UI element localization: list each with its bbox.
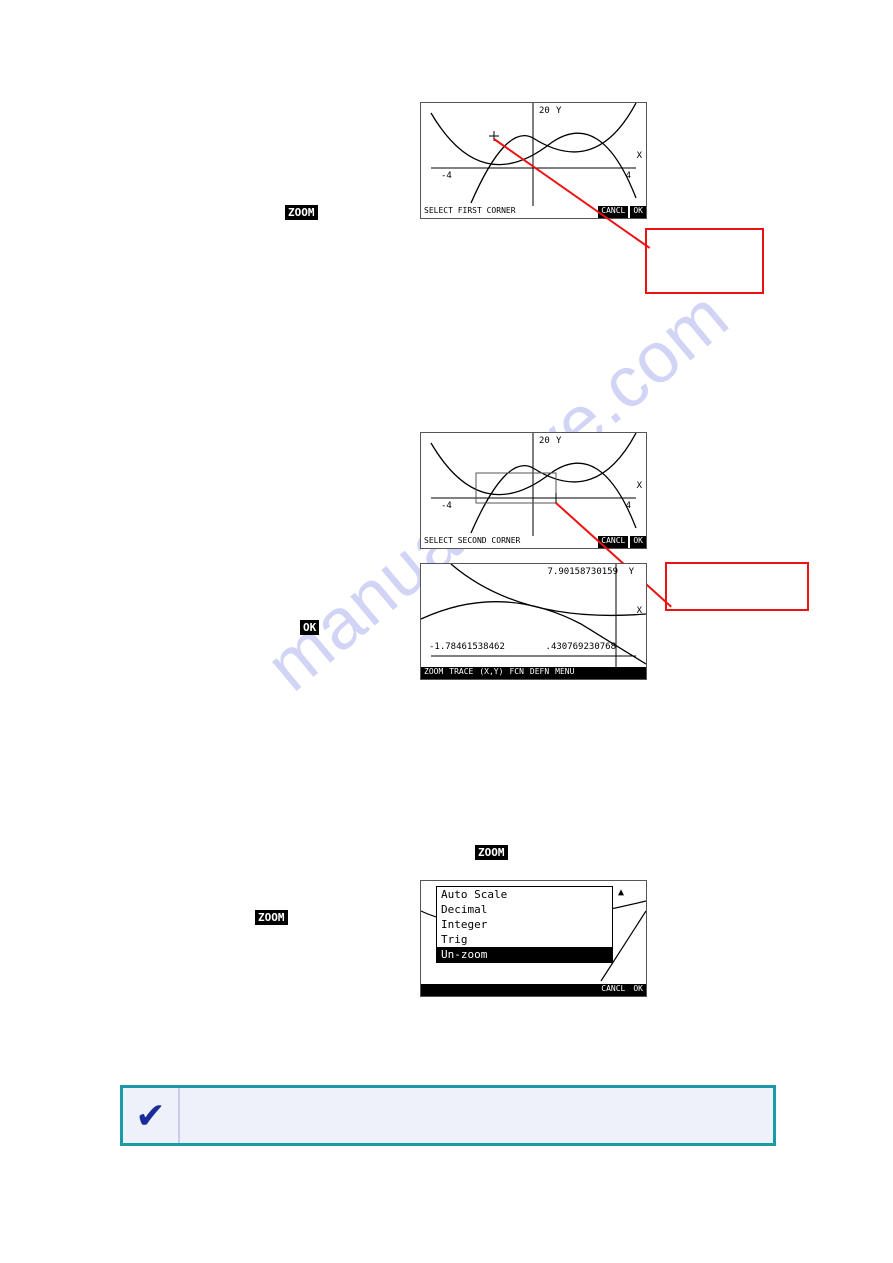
menu-button[interactable]: MENU bbox=[552, 667, 577, 679]
zoom-label-1: ZOOM bbox=[285, 205, 318, 220]
x-min-label: -1.78461538462 bbox=[429, 642, 505, 652]
y-axis-label: Y bbox=[629, 567, 634, 577]
y-tick-label: 20 bbox=[539, 436, 550, 446]
x-min-label: -4 bbox=[441, 171, 452, 181]
zoom-menu: Auto Scale Decimal Integer Trig Un-zoom bbox=[436, 886, 613, 963]
scroll-up-icon: ▲ bbox=[618, 887, 624, 898]
menu-item-autoscale[interactable]: Auto Scale bbox=[437, 887, 612, 902]
calc-screen-2: 20 Y X -4 4 SELECT SECOND CORNER CANCL O… bbox=[420, 432, 647, 549]
x-axis-label: X bbox=[637, 481, 642, 491]
zoom-button[interactable]: ZOOM bbox=[421, 667, 446, 679]
defn-button[interactable]: DEFN bbox=[527, 667, 552, 679]
menu-item-decimal[interactable]: Decimal bbox=[437, 902, 612, 917]
ok-label: OK bbox=[300, 620, 319, 635]
calc-screen-3: 7.90158730159 Y X -1.78461538462 .430769… bbox=[420, 563, 647, 680]
calc-screen-4: Auto Scale Decimal Integer Trig Un-zoom … bbox=[420, 880, 647, 997]
menu-item-integer[interactable]: Integer bbox=[437, 917, 612, 932]
status-text: SELECT SECOND CORNER bbox=[421, 536, 523, 548]
x-max-label: 4 bbox=[626, 171, 631, 181]
menu-item-trig[interactable]: Trig bbox=[437, 932, 612, 947]
y-tick-label: 20 bbox=[539, 106, 550, 116]
y-axis-label: Y bbox=[556, 106, 561, 116]
x-min-label: -4 bbox=[441, 501, 452, 511]
callout-box-2 bbox=[665, 562, 809, 611]
status-text: SELECT FIRST CORNER bbox=[421, 206, 519, 218]
calc-screen-1: 20 Y X -4 4 SELECT FIRST CORNER CANCL OK bbox=[420, 102, 647, 219]
zoom-label-3: ZOOM bbox=[255, 910, 288, 925]
fcn-button[interactable]: FCN bbox=[506, 667, 526, 679]
x-axis-label: X bbox=[637, 606, 642, 616]
x-max-label: .430769230768 bbox=[546, 642, 616, 652]
y-axis-label: Y bbox=[556, 436, 561, 446]
ok-button[interactable]: OK bbox=[630, 206, 646, 218]
ok-button[interactable]: OK bbox=[630, 536, 646, 548]
menu-item-unzoom[interactable]: Un-zoom bbox=[437, 947, 612, 962]
zoom-label-2: ZOOM bbox=[475, 845, 508, 860]
tip-box: ✔ bbox=[120, 1085, 776, 1146]
x-max-label: 4 bbox=[626, 501, 631, 511]
xy-button[interactable]: (X,Y) bbox=[476, 667, 506, 679]
y-value: 7.90158730159 bbox=[548, 567, 618, 577]
trace-button[interactable]: TRACE bbox=[446, 667, 476, 679]
ok-button[interactable]: OK bbox=[630, 984, 646, 996]
cancel-button[interactable]: CANCL bbox=[598, 984, 628, 996]
callout-box-1 bbox=[645, 228, 764, 294]
x-axis-label: X bbox=[637, 151, 642, 161]
checkmark-icon: ✔ bbox=[123, 1088, 180, 1143]
